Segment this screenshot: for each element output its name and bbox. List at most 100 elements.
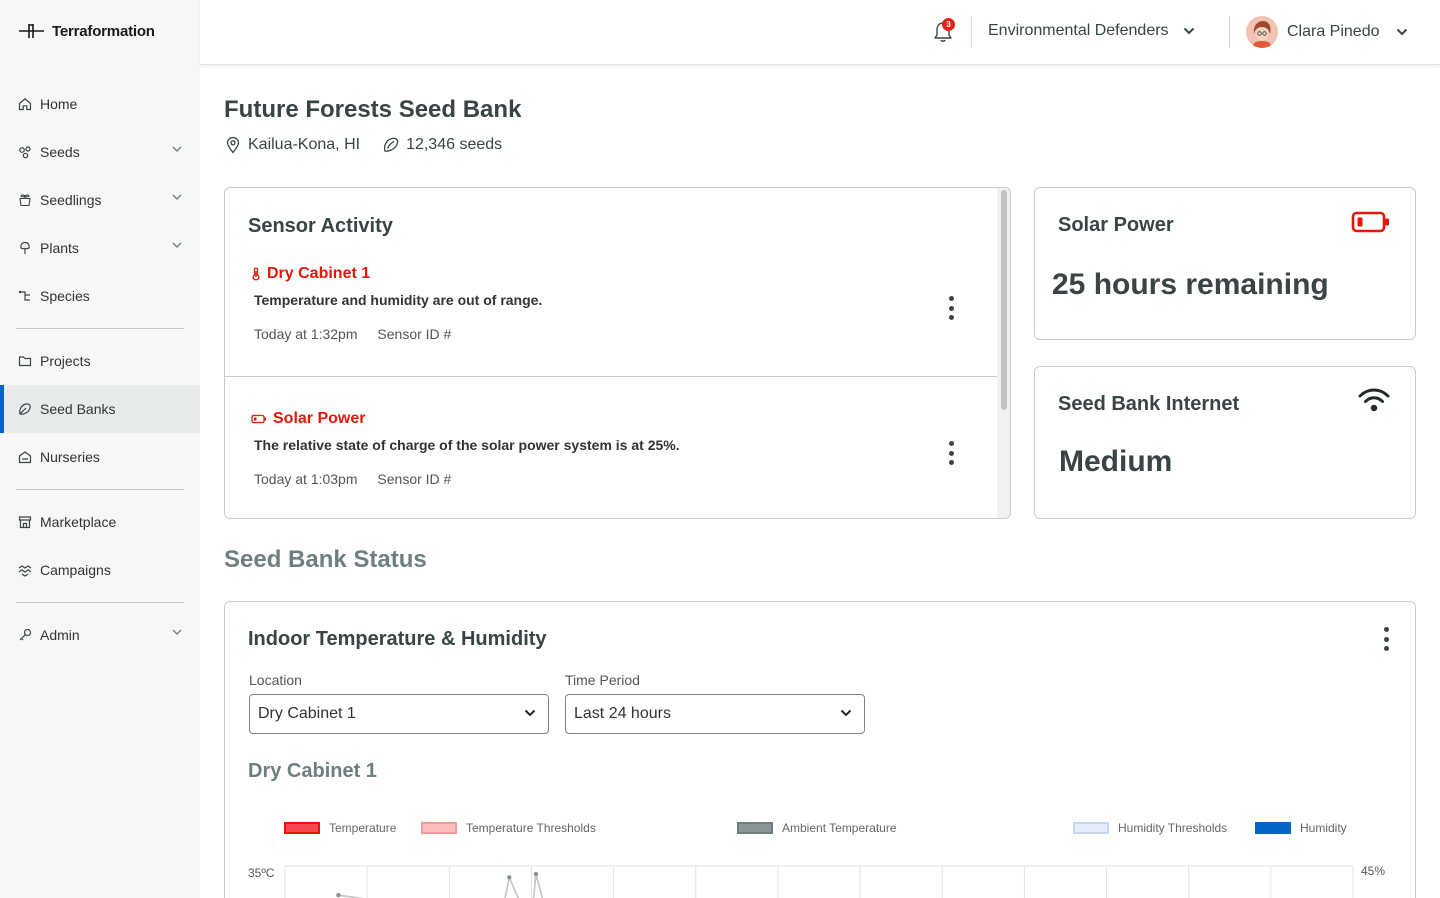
sensor-activity-scrollbar[interactable] (997, 188, 1010, 518)
alert-title: Dry Cabinet 1 (251, 265, 370, 283)
wifi-icon (1358, 388, 1390, 412)
sidebar-item-species[interactable]: Species (0, 272, 200, 320)
series-line (338, 873, 544, 898)
data-point[interactable] (533, 871, 539, 877)
sensor-activity-title: Sensor Activity (248, 215, 393, 237)
sidebar-item-projects[interactable]: Projects (0, 337, 200, 385)
more-options-button[interactable] (941, 293, 961, 323)
sidebar-item-nurseries[interactable]: Nurseries (0, 433, 200, 481)
chevron-down-icon[interactable] (172, 194, 182, 200)
more-options-button[interactable] (941, 438, 961, 468)
alert-time: Today at 1:32pm (254, 326, 358, 342)
chevron-down-icon (1396, 28, 1407, 36)
alert-sensor-id: Sensor ID # (377, 326, 452, 342)
data-point[interactable] (507, 875, 512, 880)
chevron-down-icon[interactable] (172, 629, 182, 635)
section-title: Seed Bank Status (224, 546, 427, 573)
campaigns-icon (17, 562, 33, 578)
internet-card: Seed Bank Internet Medium (1034, 366, 1416, 519)
sidebar-item-label: Home (40, 96, 78, 112)
sensor-activity-card: Sensor Activity Dry Cabinet 1 Temperatur… (224, 187, 1011, 519)
notification-badge: 3 (942, 18, 955, 31)
user-name: Clara Pinedo (1287, 23, 1380, 40)
temperature-humidity-card: Indoor Temperature & Humidity Location D… (224, 601, 1416, 898)
sidebar-item-label: Species (40, 288, 90, 304)
app-logo[interactable]: Terraformation (18, 22, 155, 40)
data-point[interactable] (336, 892, 341, 898)
dot-icon (948, 305, 954, 311)
chevron-down-icon[interactable] (172, 146, 182, 152)
internet-title: Seed Bank Internet (1058, 393, 1240, 415)
solar-power-value: 25 hours remaining (1052, 268, 1329, 301)
terraformation-logo-icon (19, 24, 44, 38)
sidebar-item-label: Campaigns (40, 562, 111, 578)
chevron-down-icon (1183, 27, 1194, 35)
top-bar: 3 Environmental Defenders Clara Pinedo (200, 0, 1440, 65)
user-menu[interactable]: Clara Pinedo (1246, 16, 1408, 48)
dot-icon (948, 450, 954, 456)
seed-count-text: 12,346 seeds (406, 136, 503, 153)
folder-icon (17, 353, 33, 369)
alert-time: Today at 1:03pm (254, 471, 358, 487)
marketplace-icon (17, 514, 33, 530)
organization-name: Environmental Defenders (988, 22, 1169, 39)
dot-icon (948, 296, 954, 301)
avatar (1246, 16, 1278, 48)
solar-power-title: Solar Power (1058, 214, 1174, 236)
alert-divider (225, 376, 997, 377)
plants-icon (17, 240, 33, 256)
seeds-icon (17, 144, 33, 160)
alert-meta: Today at 1:03pm Sensor ID # (254, 471, 467, 487)
topbar-separator (971, 16, 972, 48)
seed-count-info: 12,346 seeds (382, 136, 502, 154)
sidebar-item-label: Seed Banks (40, 401, 116, 417)
location-info: Kailua-Kona, HI (224, 136, 360, 154)
scrollbar-thumb[interactable] (1001, 190, 1007, 410)
sidebar-item-seeds[interactable]: Seeds (0, 128, 200, 176)
alert-title-text: Dry Cabinet 1 (267, 265, 371, 282)
location-pin-icon (226, 136, 240, 154)
sidebar-item-label: Seedlings (40, 192, 102, 208)
thermometer-icon (252, 267, 260, 281)
sidebar-item-campaigns[interactable]: Campaigns (0, 546, 200, 594)
location-text: Kailua-Kona, HI (248, 136, 361, 153)
seed-bank-icon (17, 401, 33, 417)
alert-description: The relative state of charge of the sola… (254, 437, 680, 453)
species-icon (17, 288, 33, 304)
sidebar-item-label: Nurseries (40, 449, 100, 465)
sidebar: Terraformation Home Seeds Seedlings Plan… (0, 0, 200, 898)
chart-plot-area (284, 865, 1354, 898)
battery-low-icon (251, 414, 266, 424)
sidebar-item-home[interactable]: Home (0, 80, 200, 128)
key-icon (17, 627, 33, 643)
sidebar-divider (16, 602, 184, 603)
battery-low-icon (1351, 211, 1389, 233)
dot-icon (948, 460, 954, 465)
alert-title-text: Solar Power (273, 410, 366, 427)
seed-bank-meta: Kailua-Kona, HI 12,346 seeds (224, 136, 524, 154)
sidebar-item-label: Seeds (40, 144, 80, 160)
sidebar-item-seedlings[interactable]: Seedlings (0, 176, 200, 224)
sidebar-item-label: Plants (40, 240, 79, 256)
sidebar-item-label: Marketplace (40, 514, 117, 530)
alert-description: Temperature and humidity are out of rang… (254, 292, 543, 308)
nursery-icon (17, 449, 33, 465)
sidebar-item-plants[interactable]: Plants (0, 224, 200, 272)
alert-title: Solar Power (251, 410, 365, 428)
sidebar-item-label: Projects (40, 353, 91, 369)
internet-value: Medium (1059, 445, 1173, 478)
topbar-separator (1229, 16, 1230, 48)
seedlings-icon (17, 192, 33, 208)
organization-selector[interactable]: Environmental Defenders (988, 22, 1195, 40)
sidebar-item-seed-banks[interactable]: Seed Banks (0, 385, 200, 433)
sidebar-divider (16, 489, 184, 490)
app-name: Terraformation (52, 22, 155, 40)
seed-icon (384, 137, 399, 152)
sidebar-item-marketplace[interactable]: Marketplace (0, 498, 200, 546)
sidebar-item-admin[interactable]: Admin (0, 611, 200, 659)
home-icon (17, 96, 33, 112)
chevron-down-icon[interactable] (172, 242, 182, 248)
solar-power-card: Solar Power 25 hours remaining (1034, 187, 1416, 340)
alert-meta: Today at 1:32pm Sensor ID # (254, 326, 467, 342)
dot-icon (948, 315, 954, 320)
